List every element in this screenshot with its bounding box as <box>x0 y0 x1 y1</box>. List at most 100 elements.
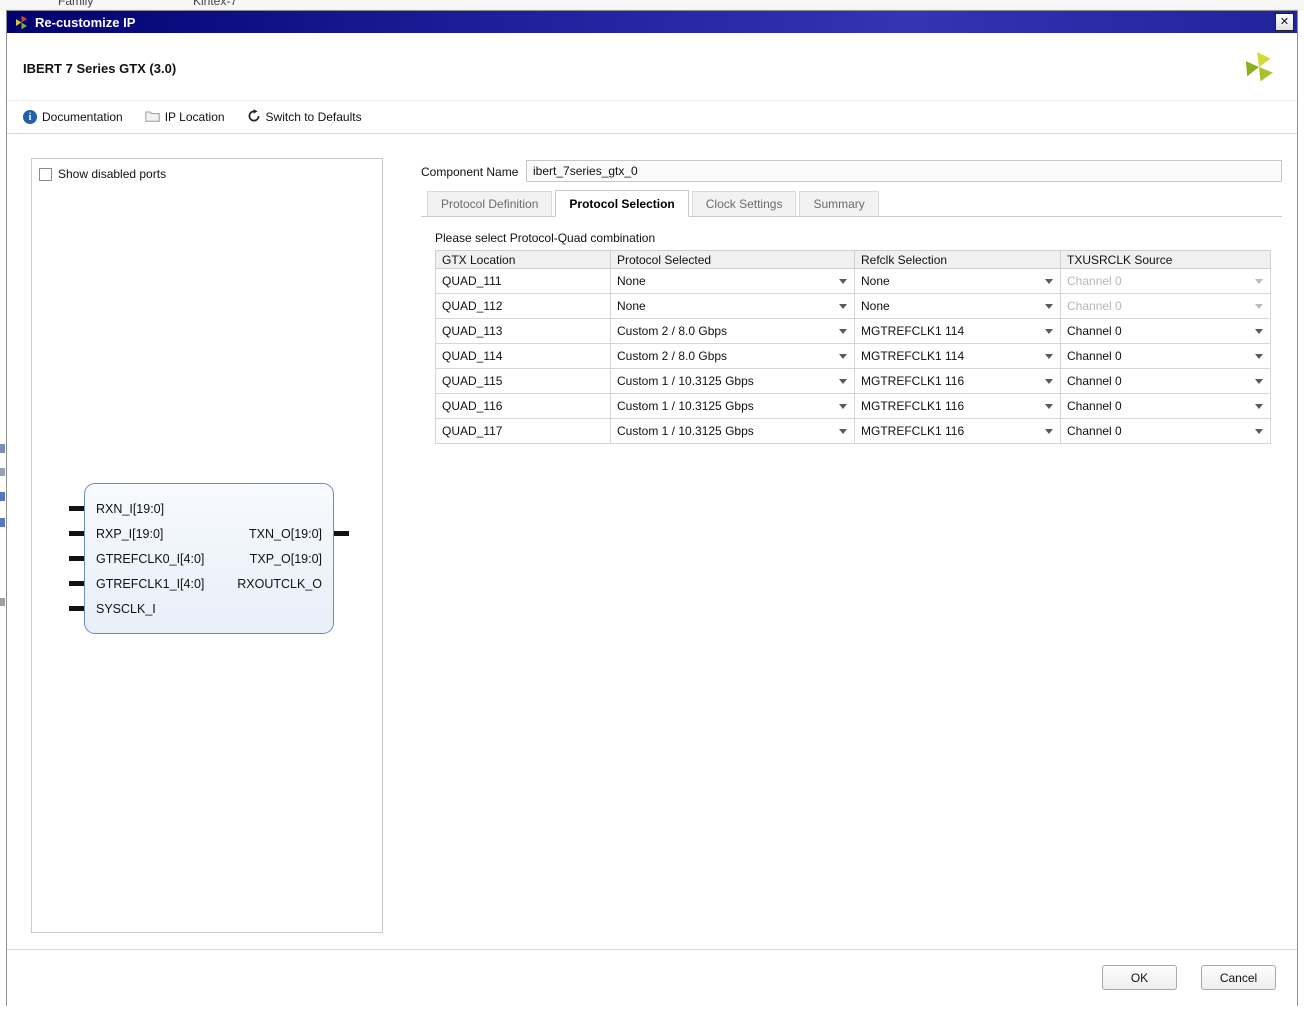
protocol-selected-dropdown[interactable]: Custom 2 / 8.0 Gbps <box>611 344 854 368</box>
dropdown-value: Channel 0 <box>1067 424 1122 438</box>
refclk-selection-dropdown[interactable]: MGTREFCLK1 116 <box>855 419 1060 443</box>
chevron-down-icon <box>1255 279 1263 284</box>
port-row: RXP_I[19:0] TXN_O[19:0] <box>69 521 349 546</box>
column-header-protocol-selected: Protocol Selected <box>610 250 855 269</box>
dropdown-cell: MGTREFCLK1 116 <box>854 418 1061 444</box>
close-button[interactable]: ✕ <box>1275 13 1294 31</box>
refclk-selection-dropdown[interactable]: MGTREFCLK1 116 <box>855 394 1060 418</box>
refclk-selection-dropdown[interactable]: MGTREFCLK1 116 <box>855 369 1060 393</box>
protocol-selected-dropdown[interactable]: Custom 2 / 8.0 Gbps <box>611 319 854 343</box>
dropdown-cell: Custom 1 / 10.3125 Gbps <box>610 418 855 444</box>
dropdown-value: MGTREFCLK1 116 <box>861 399 965 413</box>
dropdown-value: MGTREFCLK1 114 <box>861 349 965 363</box>
protocol-selected-dropdown[interactable]: Custom 1 / 10.3125 Gbps <box>611 394 854 418</box>
dropdown-cell: MGTREFCLK1 116 <box>854 368 1061 394</box>
info-icon: i <box>23 110 37 124</box>
gtx-location-cell: QUAD_113 <box>435 318 611 344</box>
background-edge-artifact <box>0 444 5 453</box>
output-port-label: TXP_O[19:0] <box>249 551 322 566</box>
dialog-footer: OK Cancel <box>7 949 1297 1006</box>
chevron-down-icon <box>1045 429 1053 434</box>
dropdown-cell: None <box>610 268 855 294</box>
chevron-down-icon <box>1045 379 1053 384</box>
refclk-selection-dropdown[interactable]: MGTREFCLK1 114 <box>855 344 1060 368</box>
txusrclk-source-dropdown[interactable]: Channel 0 <box>1061 394 1270 418</box>
dropdown-value: MGTREFCLK1 114 <box>861 324 965 338</box>
dropdown-value: MGTREFCLK1 116 <box>861 424 965 438</box>
gtx-location-cell: QUAD_115 <box>435 368 611 394</box>
port-row: SYSCLK_I <box>69 596 322 621</box>
input-port-label: RXN_I[19:0] <box>96 501 165 516</box>
dropdown-value: Custom 2 / 8.0 Gbps <box>617 349 728 363</box>
component-name-label: Component Name <box>421 165 519 179</box>
protocol-selected-dropdown[interactable]: Custom 1 / 10.3125 Gbps <box>611 419 854 443</box>
tab-protocol-definition[interactable]: Protocol Definition <box>427 191 553 216</box>
protocol-quad-table: GTX Location Protocol Selected Refclk Sele… <box>435 250 1271 444</box>
close-icon: ✕ <box>1279 15 1290 28</box>
refclk-selection-dropdown[interactable]: None <box>855 294 1060 318</box>
input-port-label: GTREFCLK1_I[4:0] <box>96 576 205 591</box>
dropdown-cell: Custom 1 / 10.3125 Gbps <box>610 368 855 394</box>
chevron-down-icon <box>1255 429 1263 434</box>
txusrclk-source-dropdown[interactable]: Channel 0 <box>1061 319 1270 343</box>
txusrclk-source-dropdown[interactable]: Channel 0 <box>1061 369 1270 393</box>
cancel-button[interactable]: Cancel <box>1201 965 1276 990</box>
gtx-location-cell: QUAD_114 <box>435 343 611 369</box>
protocol-selected-dropdown[interactable]: None <box>611 294 854 318</box>
txusrclk-source-dropdown: Channel 0 <box>1061 294 1270 318</box>
chevron-down-icon <box>1045 279 1053 284</box>
tab-summary[interactable]: Summary <box>799 191 879 216</box>
show-disabled-ports-option[interactable]: Show disabled ports <box>39 167 166 181</box>
background-edge-artifact <box>0 492 5 501</box>
dropdown-cell: Channel 0 <box>1060 293 1271 319</box>
dialog-title: Re-customize IP <box>35 14 136 30</box>
port-row: GTREFCLK0_I[4:0] TXP_O[19:0] <box>69 546 322 571</box>
show-disabled-ports-label: Show disabled ports <box>58 167 167 181</box>
dropdown-cell: Custom 1 / 10.3125 Gbps <box>610 393 855 419</box>
switch-to-defaults-label: Switch to Defaults <box>265 110 362 124</box>
input-port-label: RXP_I[19:0] <box>96 526 164 541</box>
dropdown-value: Channel 0 <box>1067 274 1122 288</box>
switch-to-defaults-button[interactable]: Switch to Defaults <box>247 108 362 126</box>
table-row: QUAD_113 Custom 2 / 8.0 Gbps MGTREFCLK1 11… <box>435 318 1271 344</box>
chevron-down-icon <box>839 354 847 359</box>
column-header-gtx-location: GTX Location <box>435 250 611 269</box>
chevron-down-icon <box>839 329 847 334</box>
ok-button[interactable]: OK <box>1102 965 1177 990</box>
dropdown-value: None <box>617 274 646 288</box>
chevron-down-icon <box>839 379 847 384</box>
txusrclk-source-dropdown[interactable]: Channel 0 <box>1061 344 1270 368</box>
column-header-txusrclk-source: TXUSRCLK Source <box>1060 250 1271 269</box>
dropdown-value: Channel 0 <box>1067 299 1122 313</box>
chevron-down-icon <box>1255 404 1263 409</box>
component-name-input[interactable] <box>526 160 1282 182</box>
ip-block-symbol: RXN_I[19:0] RXP_I[19:0] TXN_O[19:0] GTREFCL… <box>69 483 349 634</box>
chevron-down-icon <box>1255 304 1263 309</box>
txusrclk-source-dropdown[interactable]: Channel 0 <box>1061 419 1270 443</box>
table-row: QUAD_112 None None Channel 0 <box>435 293 1271 319</box>
refclk-selection-dropdown[interactable]: MGTREFCLK1 114 <box>855 319 1060 343</box>
chevron-down-icon <box>839 429 847 434</box>
dropdown-cell: Channel 0 <box>1060 393 1271 419</box>
documentation-button[interactable]: i Documentation <box>23 110 123 124</box>
dropdown-value: Channel 0 <box>1067 324 1122 338</box>
tab-clock-settings[interactable]: Clock Settings <box>691 191 797 216</box>
chevron-down-icon <box>1045 354 1053 359</box>
chevron-down-icon <box>839 304 847 309</box>
tab-protocol-selection[interactable]: Protocol Selection <box>555 190 689 217</box>
protocol-selected-dropdown[interactable]: None <box>611 269 854 293</box>
show-disabled-ports-checkbox[interactable] <box>39 167 52 181</box>
dropdown-cell: Channel 0 <box>1060 343 1271 369</box>
protocol-selected-dropdown[interactable]: Custom 1 / 10.3125 Gbps <box>611 369 854 393</box>
port-row: RXN_I[19:0] <box>69 496 322 521</box>
table-row: QUAD_115 Custom 1 / 10.3125 Gbps MGTREFCLK… <box>435 368 1271 394</box>
chevron-down-icon <box>1045 304 1053 309</box>
refclk-selection-dropdown[interactable]: None <box>855 269 1060 293</box>
dropdown-cell: Channel 0 <box>1060 418 1271 444</box>
input-port-stub <box>69 531 84 536</box>
dropdown-cell: Channel 0 <box>1060 268 1271 294</box>
background-text-fragment: Kintex-7 <box>193 0 238 8</box>
port-row: GTREFCLK1_I[4:0] RXOUTCLK_O <box>69 571 322 596</box>
ip-location-button[interactable]: IP Location <box>145 110 225 125</box>
input-port-label: SYSCLK_I <box>96 601 156 616</box>
